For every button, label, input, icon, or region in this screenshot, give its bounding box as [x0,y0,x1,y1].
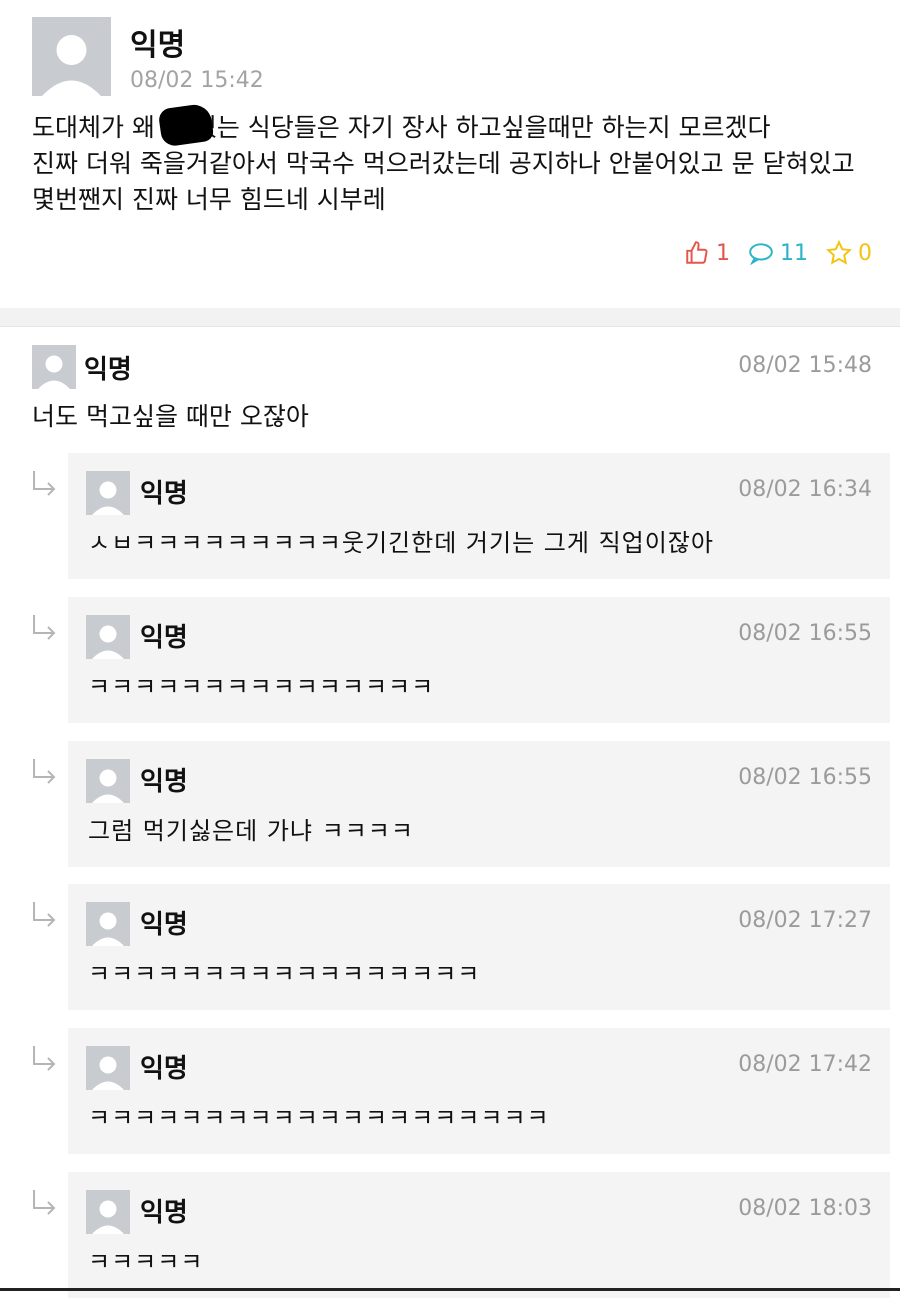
reply-text: 그럼 먹기싫은데 가냐 ㅋㅋㅋㅋ [88,817,414,845]
comment-time: 08/02 15:48 [738,353,872,378]
avatar-icon [86,759,130,803]
reply-text: ㅋㅋㅋㅋㅋㅋㅋㅋㅋㅋㅋㅋㅋㅋㅋㅋㅋㅋㅋㅋ [88,1104,550,1132]
reply-text: ㅋㅋㅋㅋㅋ [88,1248,204,1276]
reply-author: 익명 [140,479,188,509]
post: 익명 08/02 15:42 도대체가 왜 에 있는 식당들은 자기 장사 하고… [0,0,900,308]
reply: 익명 08/02 16:55 그럼 먹기싫은데 가냐 ㅋㅋㅋㅋ [0,741,900,867]
reply-time: 08/02 17:42 [738,1052,872,1077]
reply-box: 익명 08/02 16:55 ㅋㅋㅋㅋㅋㅋㅋㅋㅋㅋㅋㅋㅋㅋㅋ [68,597,890,723]
reply: 익명 08/02 16:55 ㅋㅋㅋㅋㅋㅋㅋㅋㅋㅋㅋㅋㅋㅋㅋ [0,597,900,723]
reply-author: 익명 [140,910,188,940]
comment-author: 익명 [84,355,132,385]
reply-author: 익명 [140,767,188,797]
reply-author: 익명 [140,623,188,653]
reply-arrow-icon [33,759,56,784]
reply-arrow-icon [33,1046,56,1071]
reply: 익명 08/02 16:34 ㅅㅂㅋㅋㅋㅋㅋㅋㅋㅋㅋ웃기긴한데 거기는 그게 직업이… [0,453,900,579]
avatar-icon [86,902,130,946]
reply: 익명 08/02 18:03 ㅋㅋㅋㅋㅋ [0,1172,900,1298]
post-stats: 1 11 0 [684,240,872,266]
avatar-icon [86,1046,130,1090]
reply-time: 08/02 18:03 [738,1196,872,1221]
speech-bubble-icon [749,243,773,266]
reply-arrow-icon [33,471,56,496]
reply: 익명 08/02 17:27 ㅋㅋㅋㅋㅋㅋㅋㅋㅋㅋㅋㅋㅋㅋㅋㅋㅋ [0,884,900,1010]
reply-arrow-icon [33,615,56,640]
reply-box: 익명 08/02 16:55 그럼 먹기싫은데 가냐 ㅋㅋㅋㅋ [68,741,890,867]
avatar-icon [86,615,130,659]
reply-text: ㅋㅋㅋㅋㅋㅋㅋㅋㅋㅋㅋㅋㅋㅋㅋㅋㅋ [88,960,481,988]
reply-box: 익명 08/02 17:27 ㅋㅋㅋㅋㅋㅋㅋㅋㅋㅋㅋㅋㅋㅋㅋㅋㅋ [68,884,890,1010]
post-author: 익명 [130,28,186,63]
like-button[interactable]: 1 [684,240,730,266]
reply-time: 08/02 16:34 [738,477,872,502]
scrap-count: 0 [858,240,872,266]
reply-time: 08/02 16:55 [738,765,872,790]
reply-arrow-icon [33,1190,56,1215]
post-body-line: 진짜 더워 죽을거같아서 막국수 먹으러갔는데 공지하나 안붙어있고 문 닫혀있… [32,149,855,178]
reply-time: 08/02 17:27 [738,908,872,933]
comment-text: 너도 먹고싶을 때만 오잖아 [32,402,309,431]
avatar-icon [32,17,111,96]
reply-box: 익명 08/02 18:03 ㅋㅋㅋㅋㅋ [68,1172,890,1298]
post-body-line: 몇번짼지 진짜 너무 힘드네 시부레 [32,185,386,214]
reply-author: 익명 [140,1198,188,1228]
section-divider [0,308,900,327]
redaction-mark [157,102,215,148]
comment-count: 11 [780,240,808,266]
comment-count-button[interactable]: 11 [748,240,808,266]
reply-box: 익명 08/02 17:42 ㅋㅋㅋㅋㅋㅋㅋㅋㅋㅋㅋㅋㅋㅋㅋㅋㅋㅋㅋㅋ [68,1028,890,1154]
post-time: 08/02 15:42 [130,68,264,93]
reply-arrow-icon [33,902,56,927]
reply-time: 08/02 16:55 [738,621,872,646]
scrap-button[interactable]: 0 [826,240,872,266]
like-count: 1 [716,240,730,266]
reply-text: ㅋㅋㅋㅋㅋㅋㅋㅋㅋㅋㅋㅋㅋㅋㅋ [88,673,435,701]
avatar-icon [32,345,76,389]
reply: 익명 08/02 17:42 ㅋㅋㅋㅋㅋㅋㅋㅋㅋㅋㅋㅋㅋㅋㅋㅋㅋㅋㅋㅋ [0,1028,900,1154]
thumbs-up-icon [686,241,708,264]
reply-text: ㅅㅂㅋㅋㅋㅋㅋㅋㅋㅋㅋ웃기긴한데 거기는 그게 직업이잖아 [88,529,714,557]
avatar-icon [86,1190,130,1234]
avatar-icon [86,471,130,515]
star-icon [826,240,852,265]
reply-author: 익명 [140,1054,188,1084]
reply-box: 익명 08/02 16:34 ㅅㅂㅋㅋㅋㅋㅋㅋㅋㅋㅋ웃기긴한데 거기는 그게 직업이… [68,453,890,579]
